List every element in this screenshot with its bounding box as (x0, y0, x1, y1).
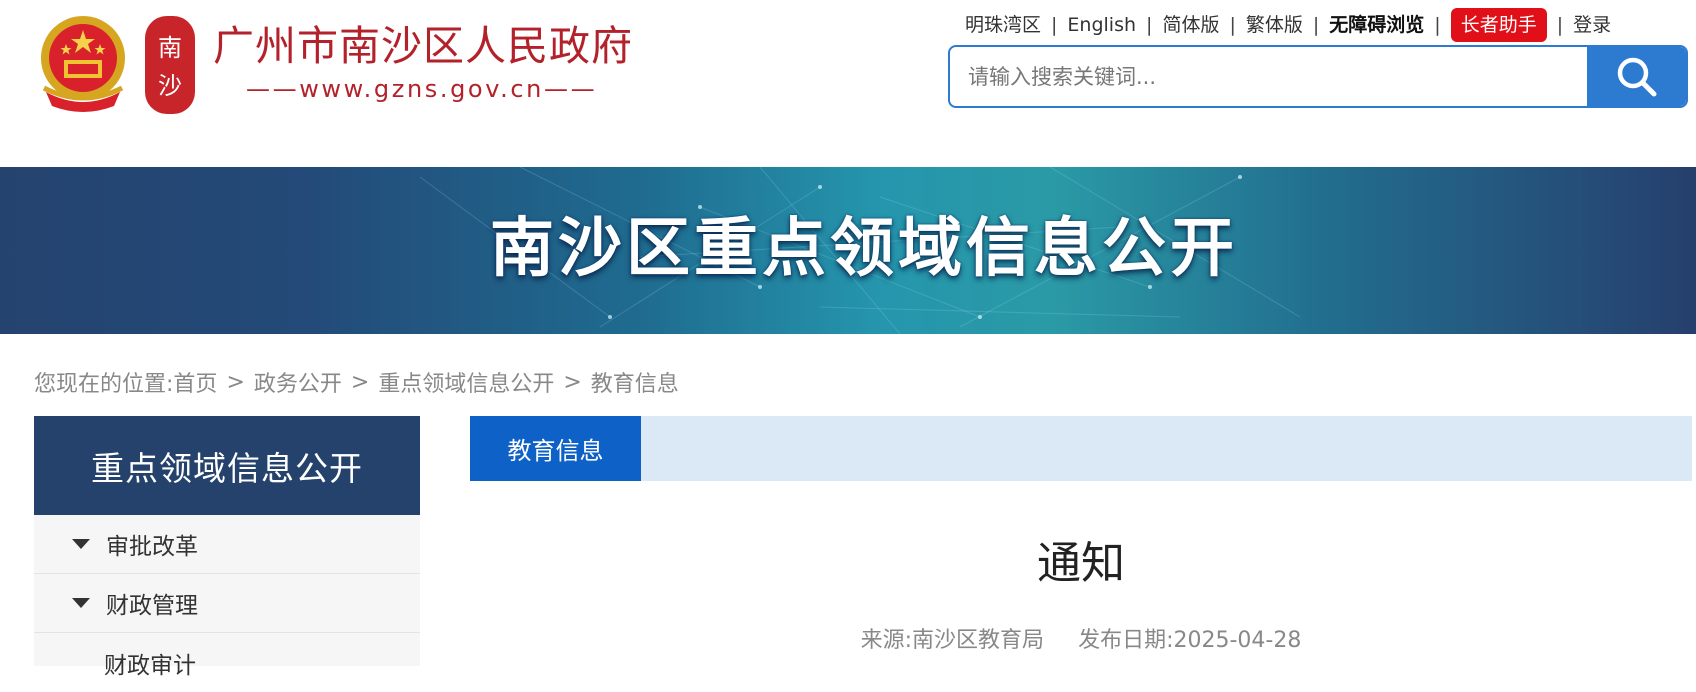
nav-separator: | (1051, 14, 1058, 36)
search-box (948, 45, 1688, 108)
sidebar-item-approval-reform[interactable]: 审批改革 (34, 515, 420, 574)
section-tab-bar: 教育信息 (470, 416, 1692, 481)
breadcrumb-link-home[interactable]: 首页 (173, 366, 217, 398)
nav-link-traditional[interactable]: 繁体版 (1246, 8, 1303, 42)
breadcrumb-prefix: 您现在的位置: (34, 372, 174, 397)
breadcrumb-separator: > (350, 369, 370, 395)
article-date: 发布日期:2025-04-28 (1078, 628, 1302, 653)
article-meta: 来源:南沙区教育局 发布日期:2025-04-28 (470, 630, 1692, 652)
breadcrumb-separator: > (563, 369, 582, 395)
svg-text:南: 南 (158, 34, 182, 62)
elder-assistant-button[interactable]: 长者助手 (1450, 8, 1547, 42)
site-url: ——www.gzns.gov.cn—— (246, 75, 598, 103)
nav-link-mingzhu-bay[interactable]: 明珠湾区 (965, 8, 1041, 42)
sidebar-item-finance-audit[interactable]: 财政审计 (34, 633, 420, 692)
nav-separator: | (1312, 14, 1320, 36)
breadcrumb-link-education[interactable]: 教育信息 (591, 366, 679, 398)
banner-title-text: 南沙区重点领域信息公开 (490, 212, 1238, 286)
national-emblem-icon (41, 16, 125, 112)
article-title: 通知 (1037, 538, 1125, 589)
nav-link-english[interactable]: English (1067, 8, 1136, 42)
sidebar: 重点领域信息公开 审批改革 财政管理 财政审计 (34, 416, 420, 679)
nav-link-simplified[interactable]: 简体版 (1162, 8, 1219, 42)
search-icon (1617, 57, 1656, 96)
top-nav: 明珠湾区 | English | 简体版 | 繁体版 | 无障碍浏览 | 长者助… (965, 8, 1611, 42)
site-header: 南 沙 广州市南沙区人民政府 ——www.gzns.gov.cn—— 明珠湾区 … (0, 0, 1696, 168)
nav-separator: | (1146, 14, 1153, 36)
search-input[interactable] (950, 47, 1626, 106)
search-button[interactable] (1587, 47, 1686, 106)
breadcrumb-separator: > (226, 369, 245, 395)
breadcrumb-link-gov-affairs[interactable]: 政务公开 (254, 366, 342, 398)
page-banner: 南沙区重点领域信息公开 (0, 167, 1696, 334)
sidebar-item-label: 财政审计 (104, 652, 196, 679)
caret-down-icon (72, 539, 90, 549)
nav-separator: | (1434, 14, 1441, 36)
nav-separator: | (1556, 14, 1564, 36)
sidebar-item-label: 财政管理 (106, 593, 198, 619)
site-title: 广州市南沙区人民政府 (213, 22, 633, 70)
nansha-seal-logo: 南 沙 (145, 16, 195, 114)
sidebar-title: 重点领域信息公开 (34, 416, 420, 515)
sidebar-item-finance-management[interactable]: 财政管理 (34, 574, 420, 633)
article-source: 来源:南沙区教育局 (860, 628, 1045, 653)
svg-text:沙: 沙 (158, 72, 182, 100)
nav-separator: | (1229, 14, 1236, 36)
breadcrumb: 您现在的位置: 首页 > 政务公开 > 重点领域信息公开 > 教育信息 (34, 366, 679, 398)
login-link[interactable]: 登录 (1573, 8, 1611, 42)
nav-link-accessibility[interactable]: 无障碍浏览 (1329, 8, 1424, 42)
tab-education-info[interactable]: 教育信息 (470, 416, 641, 481)
caret-down-icon (72, 598, 90, 608)
banner-title: 南沙区重点领域信息公开 (0, 217, 1696, 281)
sidebar-item-label: 审批改革 (106, 534, 198, 560)
breadcrumb-link-key-areas[interactable]: 重点领域信息公开 (378, 366, 554, 398)
